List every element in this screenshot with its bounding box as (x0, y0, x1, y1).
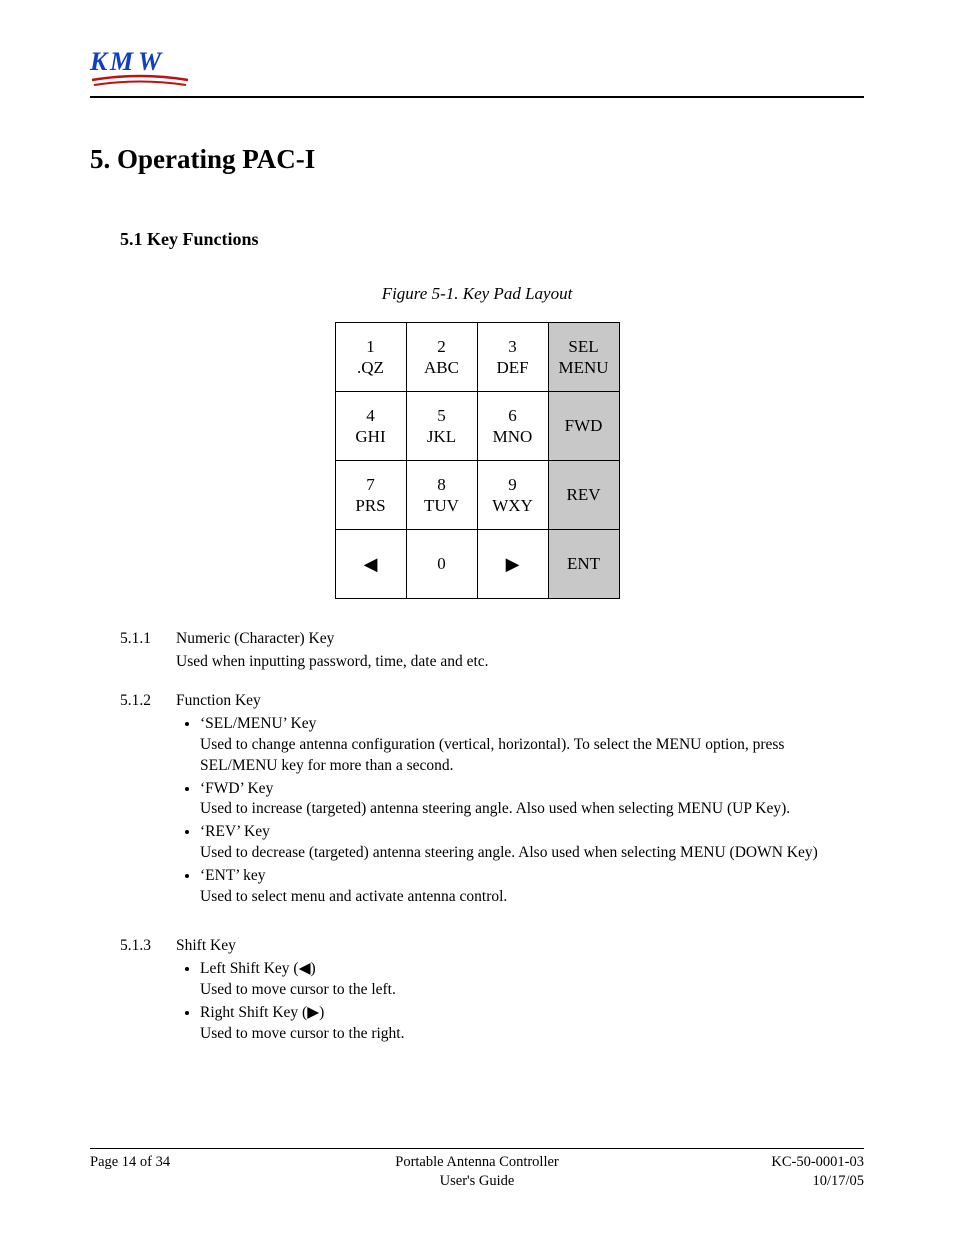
item-heading: 5.1.1Numeric (Character) Key (120, 629, 864, 650)
item-title: Numeric (Character) Key (176, 629, 334, 650)
keypad-cell: 7PRS (335, 461, 406, 530)
bullet-item: ‘SEL/MENU’ KeyUsed to change antenna con… (200, 714, 864, 777)
logo: K M W (90, 40, 864, 90)
bullet-item: ‘ENT’ keyUsed to select menu and activat… (200, 866, 864, 908)
keypad-cell: 3DEF (477, 323, 548, 392)
subsection-title: 5.1 Key Functions (120, 229, 864, 250)
keypad-cell: ▶ (477, 530, 548, 599)
item-heading: 5.1.3Shift Key (120, 936, 864, 957)
footer-center: Portable Antenna Controller User's Guide (290, 1153, 664, 1191)
bullet-title: ‘REV’ Key (200, 822, 864, 843)
keypad-layout: 1.QZ2ABC3DEFSELMENU 4GHI5JKL6MNOFWD 7PRS8T… (335, 322, 620, 599)
bullet-item: Right Shift Key (▶)Used to move cursor t… (200, 1003, 864, 1045)
svg-text:M: M (109, 47, 134, 76)
bullet-title: Right Shift Key (▶) (200, 1003, 864, 1024)
keypad-cell: ◀ (335, 530, 406, 599)
footer-left: Page 14 of 34 (90, 1153, 290, 1191)
bullet-desc: Used to move cursor to the right. (200, 1024, 864, 1045)
keypad-cell: 5JKL (406, 392, 477, 461)
bullet-desc: Used to move cursor to the left. (200, 980, 864, 1001)
item-heading: 5.1.2Function Key (120, 691, 864, 712)
bullet-title: Left Shift Key (◀) (200, 959, 864, 980)
keypad-cell: ENT (548, 530, 619, 599)
item-title: Shift Key (176, 936, 236, 957)
kmw-logo-icon: K M W (90, 46, 190, 90)
keypad-cell: FWD (548, 392, 619, 461)
item-number: 5.1.2 (120, 691, 176, 712)
keypad-cell: 2ABC (406, 323, 477, 392)
bullet-item: ‘FWD’ KeyUsed to increase (targeted) ant… (200, 779, 864, 821)
keypad-cell: 4GHI (335, 392, 406, 461)
bullet-desc: Used to select menu and activate antenna… (200, 887, 864, 908)
svg-text:K: K (90, 47, 109, 76)
bullet-title: ‘FWD’ Key (200, 779, 864, 800)
footer-right: KC-50-0001-03 10/17/05 (664, 1153, 864, 1191)
bullet-desc: Used to decrease (targeted) antenna stee… (200, 843, 864, 864)
bullet-item: Left Shift Key (◀)Used to move cursor to… (200, 959, 864, 1001)
bullet-title: ‘SEL/MENU’ Key (200, 714, 864, 735)
bullet-item: ‘REV’ KeyUsed to decrease (targeted) ant… (200, 822, 864, 864)
item-number: 5.1.3 (120, 936, 176, 957)
svg-text:W: W (138, 47, 163, 76)
bullet-list: ‘SEL/MENU’ KeyUsed to change antenna con… (176, 714, 864, 908)
keypad-cell: 0 (406, 530, 477, 599)
keypad-cell: SELMENU (548, 323, 619, 392)
keypad-cell: 6MNO (477, 392, 548, 461)
item-title: Function Key (176, 691, 261, 712)
keypad-cell: 1.QZ (335, 323, 406, 392)
keypad-cell: 9WXY (477, 461, 548, 530)
bullet-desc: Used to change antenna configuration (ve… (200, 735, 864, 777)
bullet-title: ‘ENT’ key (200, 866, 864, 887)
section-title: 5. Operating PAC-I (90, 144, 864, 175)
keypad-cell: 8TUV (406, 461, 477, 530)
bullet-desc: Used to increase (targeted) antenna stee… (200, 799, 864, 820)
figure-caption: Figure 5-1. Key Pad Layout (90, 284, 864, 304)
item-number: 5.1.1 (120, 629, 176, 650)
footer-rule (90, 1148, 864, 1149)
keypad-cell: REV (548, 461, 619, 530)
item-desc: Used when inputting password, time, date… (176, 652, 864, 673)
header-rule (90, 96, 864, 98)
bullet-list: Left Shift Key (◀)Used to move cursor to… (176, 959, 864, 1045)
